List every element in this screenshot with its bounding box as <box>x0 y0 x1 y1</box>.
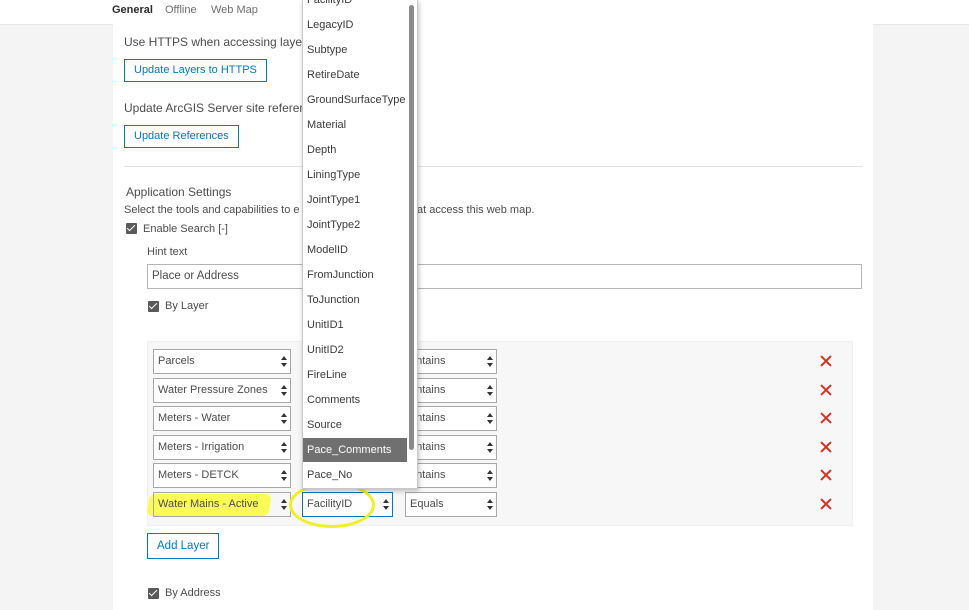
dropdown-option[interactable]: LiningType <box>303 163 407 187</box>
tab-web-map[interactable]: Web Map <box>211 4 258 16</box>
dropdown-option[interactable]: Material <box>303 113 407 137</box>
dropdown-option[interactable]: FromJunction <box>303 263 407 287</box>
section-divider <box>124 166 862 167</box>
dropdown-option[interactable]: Subtype <box>303 38 407 62</box>
dropdown-option[interactable]: FacilityID <box>303 0 407 12</box>
top-tab-bar: General Offline Web Map <box>0 0 969 25</box>
hint-text-input[interactable]: Place or Address <box>147 264 862 289</box>
dropdown-option[interactable]: LegacyID <box>303 13 407 37</box>
tab-offline[interactable]: Offline <box>165 4 197 16</box>
remove-row-icon[interactable] <box>820 441 832 453</box>
layer-select[interactable]: Water Pressure Zones <box>153 378 291 403</box>
dropdown-option-highlighted[interactable]: Pace_Comments <box>303 438 407 462</box>
dropdown-option[interactable]: FireLine <box>303 363 407 387</box>
app-settings-heading: Application Settings <box>126 185 232 199</box>
app-settings-desc-tail: at access this web map. <box>417 204 535 216</box>
remove-row-icon[interactable] <box>820 469 832 481</box>
operator-select[interactable]: Equals <box>405 492 497 517</box>
dropdown-option[interactable]: JointType2 <box>303 213 407 237</box>
dropdown-option[interactable]: RetireDate <box>303 63 407 87</box>
enable-search-checkbox[interactable] <box>126 223 137 234</box>
layer-select[interactable]: Meters - DETCK <box>153 463 291 488</box>
layer-select[interactable]: Meters - Irrigation <box>153 435 291 460</box>
operator-select[interactable]: ontains <box>405 349 497 374</box>
by-layer-label[interactable]: By Layer <box>165 300 208 312</box>
dropdown-option[interactable]: JointType1 <box>303 188 407 212</box>
by-address-checkbox[interactable] <box>148 588 159 599</box>
dropdown-option[interactable]: Pace_No <box>303 463 407 487</box>
app-settings-desc: Select the tools and capabilities to e <box>124 204 300 216</box>
remove-row-icon[interactable] <box>820 412 832 424</box>
dropdown-option[interactable]: ToJunction <box>303 288 407 312</box>
dropdown-option[interactable]: Comments <box>303 388 407 412</box>
enable-search-label[interactable]: Enable Search [-] <box>143 223 228 235</box>
operator-select[interactable]: ontains <box>405 435 497 460</box>
operator-select[interactable]: ontains <box>405 406 497 431</box>
update-layers-https-button[interactable]: Update Layers to HTTPS <box>124 59 267 82</box>
https-text: Use HTTPS when accessing layers. <box>124 35 316 49</box>
operator-select[interactable]: ontains <box>405 463 497 488</box>
references-text: Update ArcGIS Server site referenc <box>124 101 313 115</box>
remove-row-icon[interactable] <box>820 498 832 510</box>
remove-row-icon[interactable] <box>820 355 832 367</box>
dropdown-option[interactable]: UnitID2 <box>303 338 407 362</box>
dropdown-option[interactable]: Source <box>303 413 407 437</box>
layer-select[interactable]: Water Mains - Active <box>153 492 291 517</box>
layer-select[interactable]: Meters - Water <box>153 406 291 431</box>
add-layer-button[interactable]: Add Layer <box>147 533 220 559</box>
by-layer-checkbox[interactable] <box>148 301 159 312</box>
dropdown-option[interactable]: Depth <box>303 138 407 162</box>
field-dropdown-list[interactable]: FacilityID LegacyID Subtype RetireDate G… <box>302 0 418 489</box>
dropdown-option[interactable]: UnitID1 <box>303 313 407 337</box>
tab-general[interactable]: General <box>112 4 153 16</box>
dropdown-option[interactable]: ModelID <box>303 238 407 262</box>
dropdown-option[interactable]: GroundSurfaceType <box>303 88 407 112</box>
by-address-label[interactable]: By Address <box>165 587 221 599</box>
operator-select[interactable]: ontains <box>405 378 497 403</box>
dropdown-scroll-thumb[interactable] <box>409 5 414 450</box>
update-references-button[interactable]: Update References <box>124 125 239 148</box>
remove-row-icon[interactable] <box>820 384 832 396</box>
hint-text-label: Hint text <box>147 246 188 258</box>
layer-select[interactable]: Parcels <box>153 349 291 374</box>
